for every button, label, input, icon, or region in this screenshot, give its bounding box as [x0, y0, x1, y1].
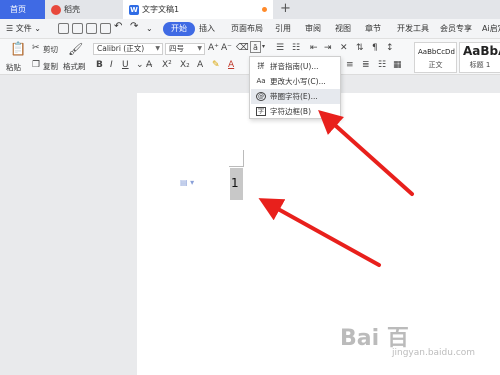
- subscript-icon[interactable]: X₂: [180, 60, 190, 70]
- enclosed-character-icon: @: [256, 92, 266, 101]
- margin-corner-mark: [229, 166, 243, 167]
- chinese-layout-icon[interactable]: ✕: [340, 43, 348, 53]
- show-marks-icon[interactable]: ¶: [372, 43, 378, 53]
- shrink-font-icon[interactable]: A⁻: [221, 43, 232, 53]
- paste-icon[interactable]: 📋: [10, 42, 26, 57]
- menu-item-enclosed-characters[interactable]: @ 带圈字符(E)...: [251, 89, 340, 104]
- tab-devtools[interactable]: 开发工具: [397, 22, 429, 36]
- menu-item-label: 字符边框(B): [270, 107, 311, 116]
- watermark-url: jingyan.baidu.com: [392, 348, 476, 358]
- tab-reference[interactable]: 引用: [275, 22, 291, 36]
- tab-document[interactable]: W 文字文稿1: [123, 0, 273, 19]
- undo-icon[interactable]: ↶: [114, 20, 122, 34]
- save-icon[interactable]: [58, 23, 69, 34]
- menu-item-character-border[interactable]: 字 字符边框(B): [251, 104, 340, 119]
- bold-icon[interactable]: B: [96, 60, 103, 70]
- paragraph-handle-icon[interactable]: ▤ ▾: [180, 178, 194, 187]
- clear-format-icon[interactable]: ⌫: [236, 43, 249, 53]
- font-name-select[interactable]: Calibri (正文) ▼: [93, 43, 163, 55]
- font-size-select[interactable]: 四号 ▼: [165, 43, 205, 55]
- phonetic-guide-icon: 拼: [257, 62, 265, 70]
- margin-corner-mark: [243, 150, 244, 167]
- file-menu[interactable]: ☰ 文件 ⌄: [6, 22, 41, 36]
- document-character[interactable]: 1: [231, 176, 239, 190]
- tab-home[interactable]: 首页: [0, 0, 45, 19]
- chevron-down-icon: ▼: [197, 45, 202, 52]
- style-normal-name: 正文: [428, 61, 443, 69]
- print-preview-icon[interactable]: [100, 23, 111, 34]
- daoke-icon: [51, 5, 61, 15]
- format-painter-button[interactable]: 格式刷: [63, 61, 86, 72]
- font-size-value: 四号: [169, 44, 184, 53]
- line-spacing-icon[interactable]: ↕: [386, 43, 394, 53]
- chevron-down-icon: ▼: [155, 45, 160, 52]
- unsaved-dot-icon: [262, 7, 267, 12]
- tab-document-label: 文字文稿1: [142, 5, 180, 14]
- character-format-dropdown: 拼 拼音指南(U)... Aa 更改大小写(C)... @ 带圈字符(E)...…: [249, 56, 341, 119]
- justify-icon[interactable]: ≣: [362, 60, 370, 70]
- style-h1-sample: AaBbA: [463, 44, 500, 58]
- font-color-icon[interactable]: A: [228, 60, 234, 70]
- tab-insert[interactable]: 插入: [199, 22, 215, 36]
- print-icon[interactable]: [86, 23, 97, 34]
- tab-review[interactable]: 审阅: [305, 22, 321, 36]
- writer-doc-icon: W: [129, 5, 139, 15]
- text-effect-icon[interactable]: A: [197, 60, 203, 70]
- menu-item-label: 拼音指南(U)...: [270, 62, 319, 71]
- brush-icon: 🖌: [68, 42, 84, 56]
- menu-item-phonetic-guide[interactable]: 拼 拼音指南(U)...: [251, 59, 340, 74]
- copy-button[interactable]: 复制: [43, 61, 58, 72]
- style-normal[interactable]: AaBbCcDd 正文: [414, 42, 457, 73]
- grow-font-icon[interactable]: A⁺: [208, 43, 219, 53]
- indent-decrease-icon[interactable]: ⇤: [310, 43, 318, 53]
- paste-button[interactable]: 粘贴: [6, 62, 21, 73]
- char-format-menu-icon[interactable]: ā: [250, 41, 261, 53]
- tab-view[interactable]: 视图: [335, 22, 351, 36]
- strikethrough-icon[interactable]: A̶: [146, 60, 152, 70]
- redo-icon[interactable]: ↷: [130, 20, 138, 34]
- menu-item-change-case[interactable]: Aa 更改大小写(C)...: [251, 74, 340, 89]
- character-border-icon: 字: [256, 107, 266, 116]
- title-tab-bar: 首页 稻壳 W 文字文稿1 +: [0, 0, 500, 19]
- quick-access-dropdown-icon[interactable]: ⌄: [146, 22, 153, 36]
- menu-item-label: 带圈字符(E)...: [270, 92, 318, 101]
- distribute-icon[interactable]: ☷: [378, 60, 386, 70]
- chevron-down-icon[interactable]: ⌄: [136, 60, 144, 70]
- align-right-icon[interactable]: ≡: [346, 60, 354, 70]
- tab-member[interactable]: 会员专享: [440, 22, 472, 36]
- style-normal-sample: AaBbCcDd: [418, 48, 455, 56]
- number-list-icon[interactable]: ☷: [292, 43, 300, 53]
- underline-icon[interactable]: U: [122, 60, 129, 70]
- menu-bar: ☰ 文件 ⌄ ↶ ↷ ⌄ 开始 插入 页面布局 引用 审阅 视图 章节 开发工具…: [0, 19, 500, 39]
- style-h1-name: 标题 1: [469, 61, 491, 69]
- cut-button[interactable]: 剪切: [43, 44, 58, 55]
- italic-icon[interactable]: I: [110, 60, 113, 70]
- change-case-icon: Aa: [256, 77, 266, 85]
- sort-icon[interactable]: ⇅: [356, 43, 364, 53]
- tab-start[interactable]: 开始: [163, 22, 195, 36]
- indent-increase-icon[interactable]: ⇥: [324, 43, 332, 53]
- shading-icon[interactable]: ▦: [393, 60, 402, 70]
- bullet-list-icon[interactable]: ☰: [276, 43, 284, 53]
- export-icon[interactable]: [72, 23, 83, 34]
- tab-daoke[interactable]: 稻壳: [45, 0, 123, 19]
- style-heading-1[interactable]: AaBbA 标题 1: [459, 42, 500, 73]
- highlight-icon[interactable]: ✎: [212, 60, 220, 70]
- copy-icon: ❐: [32, 60, 41, 70]
- tab-more[interactable]: Ai启定: [482, 22, 500, 36]
- font-name-value: Calibri (正文): [97, 44, 145, 53]
- baidu-watermark: Bai 百 jingyan.baidu.com: [340, 320, 490, 370]
- tab-section[interactable]: 章节: [365, 22, 381, 36]
- tab-daoke-label: 稻壳: [64, 5, 80, 14]
- menu-item-label: 更改大小写(C)...: [270, 77, 326, 86]
- tab-page-layout[interactable]: 页面布局: [231, 22, 263, 36]
- scissors-icon: ✂: [32, 43, 40, 53]
- chevron-down-icon[interactable]: ▾: [262, 43, 265, 50]
- new-tab-button[interactable]: +: [280, 0, 291, 18]
- superscript-icon[interactable]: X²: [162, 60, 172, 70]
